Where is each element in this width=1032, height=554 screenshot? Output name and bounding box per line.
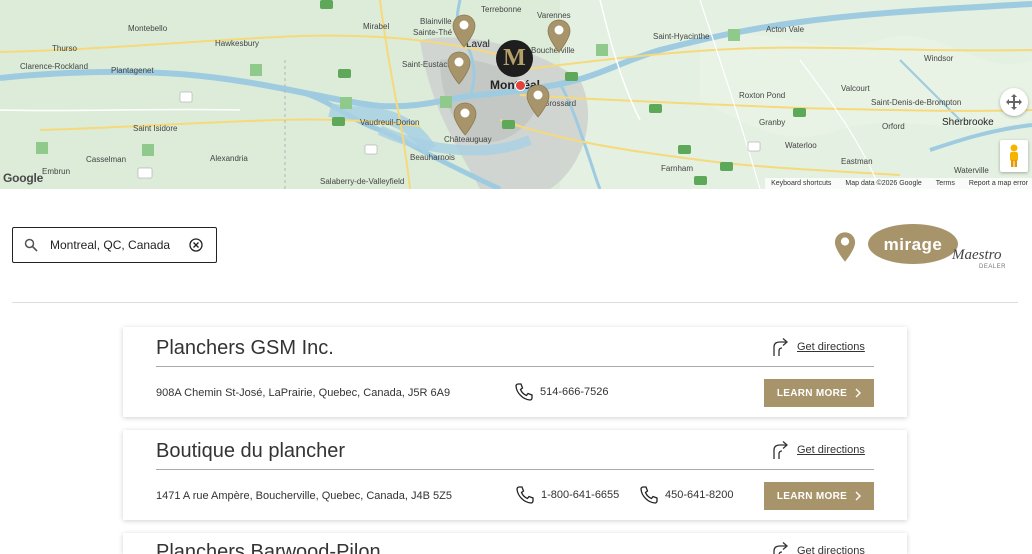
mirage-maestro-dealer-logo: mirage Maestro DEALER [866,222,1016,274]
keyboard-shortcuts-link[interactable]: Keyboard shortcuts [771,180,831,187]
report-map-error-link[interactable]: Report a map error [969,180,1028,187]
map-label: Blainville [420,17,452,26]
map-label: Thurso [52,44,77,53]
dealer-pin-icon[interactable] [547,19,571,53]
dealer-card: Planchers Barwood-Pilon Get directions [123,533,907,554]
brand-tag: DEALER [979,264,1006,270]
learn-more-button[interactable]: LEARN MORE [764,379,874,407]
map-label: Hawkesbury [215,39,260,48]
get-directions-link[interactable]: Get directions [771,337,865,357]
location-pin-icon [834,232,856,262]
directions-icon [773,441,788,459]
map-label: Sherbrooke [942,117,994,128]
dealer-pin-icon[interactable] [453,102,477,136]
map-label: Plantagenet [111,66,154,75]
map-label: Clarence-Rockland [20,62,89,71]
mirage-cluster-icon[interactable]: M [496,40,533,77]
map-camera-control-button[interactable] [1000,88,1028,116]
brand-script: Maestro [951,247,1002,263]
clear-icon[interactable] [189,238,203,252]
get-directions-link[interactable]: Get directions [771,541,865,554]
dealer-pin-icon[interactable] [526,84,550,118]
google-logo: Google [3,171,44,185]
map-label: Mirabel [363,22,390,31]
dealer-name: Boutique du plancher [156,440,346,462]
map-label: Sainte-Thé [413,28,453,37]
map-label: Granby [759,118,786,127]
search-icon [24,238,38,252]
map-label: Saint-Hyacinthe [653,32,710,41]
map-label: Orford [882,122,905,131]
chevron-right-icon [855,491,862,501]
dealer-pin-icon[interactable] [452,14,476,48]
map[interactable]: Montebello Mirabel Blainville Sainte-Thé… [0,0,1032,189]
map-label: Terrebonne [481,5,522,14]
directions-icon [773,542,788,554]
map-label: Vaudreuil-Dorion [360,118,420,127]
search-input[interactable] [48,237,187,253]
directions-icon [773,338,788,356]
dealer-phone[interactable]: 514-666-7526 [514,382,609,402]
dealer-address: 908A Chemin St-José, LaPrairie, Quebec, … [156,387,451,399]
map-label: Valcourt [841,84,870,93]
map-label: Salaberry-de-Valleyfield [320,177,405,186]
map-label: Waterloo [785,141,817,150]
dealer-phone[interactable]: 450-641-8200 [639,485,734,505]
map-label: Farnham [661,164,694,173]
map-footer: Keyboard shortcuts Map data ©2026 Google… [765,178,1032,189]
phone-icon [515,383,533,401]
map-data-text: Map data ©2026 Google [845,180,922,187]
location-search[interactable] [12,227,217,263]
move-arrows-icon [1006,94,1022,110]
dealer-name: Planchers GSM Inc. [156,337,334,359]
map-label: Châteauguay [444,135,492,144]
dealer-address: 1471 A rue Ampère, Boucherville, Quebec,… [156,490,452,502]
dealer-phone[interactable]: 1-800-641-6655 [515,485,619,505]
card-divider [156,469,874,470]
phone-icon [640,486,658,504]
map-label: Windsor [924,54,954,63]
chevron-right-icon [855,388,862,398]
map-label: Embrun [42,167,71,176]
brand-name: mirage [884,235,943,254]
learn-more-button[interactable]: LEARN MORE [764,482,874,510]
map-label: Saint Isidore [133,124,178,133]
location-marker-icon [515,80,526,91]
map-label: Montebello [128,24,168,33]
map-label: Roxton Pond [739,91,786,100]
dealer-card: Boutique du plancher Get directions 1471… [123,430,907,520]
dealer-name: Planchers Barwood-Pilon [156,541,381,554]
phone-icon [516,486,534,504]
map-label: Beauharnois [410,153,455,162]
dealer-card: Planchers GSM Inc. Get directions 908A C… [123,327,907,417]
map-label: Waterville [954,166,989,175]
map-label: Saint-Denis-de-Brompton [871,98,962,107]
dealer-pin-icon[interactable] [447,51,471,85]
card-divider [156,366,874,367]
get-directions-link[interactable]: Get directions [771,440,865,460]
map-label: Eastman [841,157,873,166]
terms-link[interactable]: Terms [936,180,955,187]
pegman-icon [1010,144,1018,167]
map-label: Acton Vale [766,25,805,34]
map-label: Casselman [86,155,127,164]
map-label: Alexandria [210,154,248,163]
street-view-button[interactable] [1000,140,1028,172]
divider [12,302,1018,303]
